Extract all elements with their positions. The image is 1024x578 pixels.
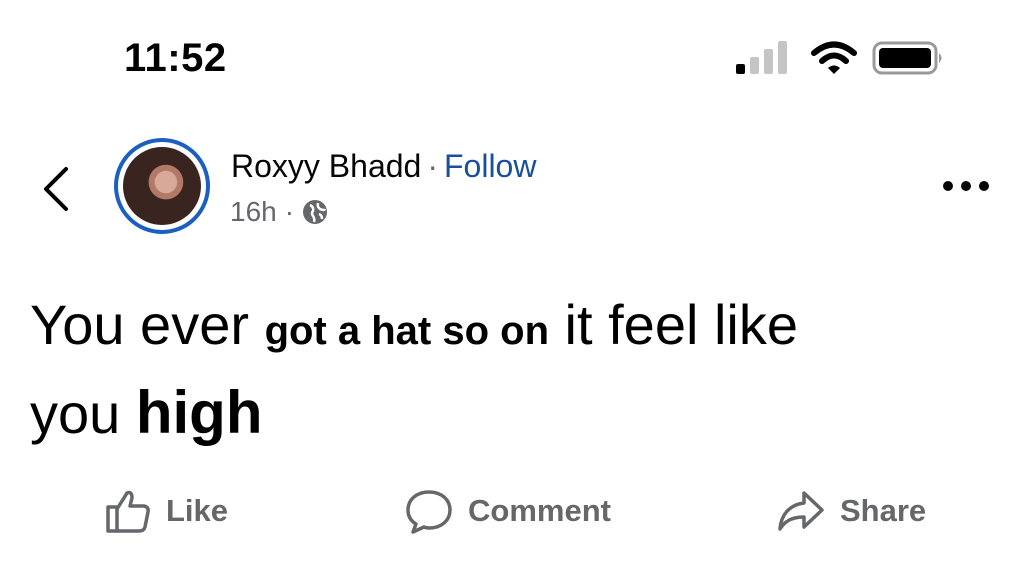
globe-icon: [303, 200, 328, 224]
like-label: Like: [166, 493, 229, 528]
share-arrow-icon: [778, 491, 824, 531]
post-text-part: got a hat so on: [264, 309, 549, 353]
comment-label: Comment: [468, 493, 611, 528]
separator-dot: ·: [427, 148, 438, 184]
post-text-part: high: [135, 379, 263, 446]
status-time: 11:52: [124, 36, 227, 80]
post-meta: 16h ·: [230, 196, 328, 228]
post-text-part: you: [30, 382, 136, 445]
post-text-part: You ever: [30, 293, 265, 356]
follow-button[interactable]: Follow: [444, 148, 536, 184]
more-options-icon[interactable]: [940, 174, 992, 198]
post-timestamp: 16h: [230, 196, 277, 227]
comment-bubble-icon: [406, 490, 452, 534]
status-bar: 11:52: [0, 0, 1024, 110]
wifi-icon: [811, 41, 857, 74]
thumbs-up-icon: [106, 490, 150, 533]
chevron-left-icon[interactable]: [36, 164, 76, 214]
cellular-signal-icon: [736, 41, 787, 74]
post-header: Roxyy Bhadd · Follow 16h ·: [0, 120, 1024, 250]
share-button[interactable]: Share: [776, 486, 926, 536]
avatar-photo: [123, 147, 201, 225]
battery-icon: [872, 41, 942, 75]
share-label: Share: [840, 493, 927, 528]
comment-button[interactable]: Comment: [404, 486, 611, 536]
author-name[interactable]: Roxyy Bhadd: [231, 148, 421, 184]
like-button[interactable]: Like: [104, 486, 228, 536]
meta-separator: ·: [284, 196, 295, 227]
action-bar: Like Comment Share: [0, 478, 1024, 548]
author-line: Roxyy Bhadd · Follow: [231, 148, 536, 185]
post-text: You ever got a hat so on it feel like yo…: [30, 284, 990, 455]
avatar[interactable]: [114, 138, 210, 234]
post-text-part: it feel like: [549, 293, 798, 356]
